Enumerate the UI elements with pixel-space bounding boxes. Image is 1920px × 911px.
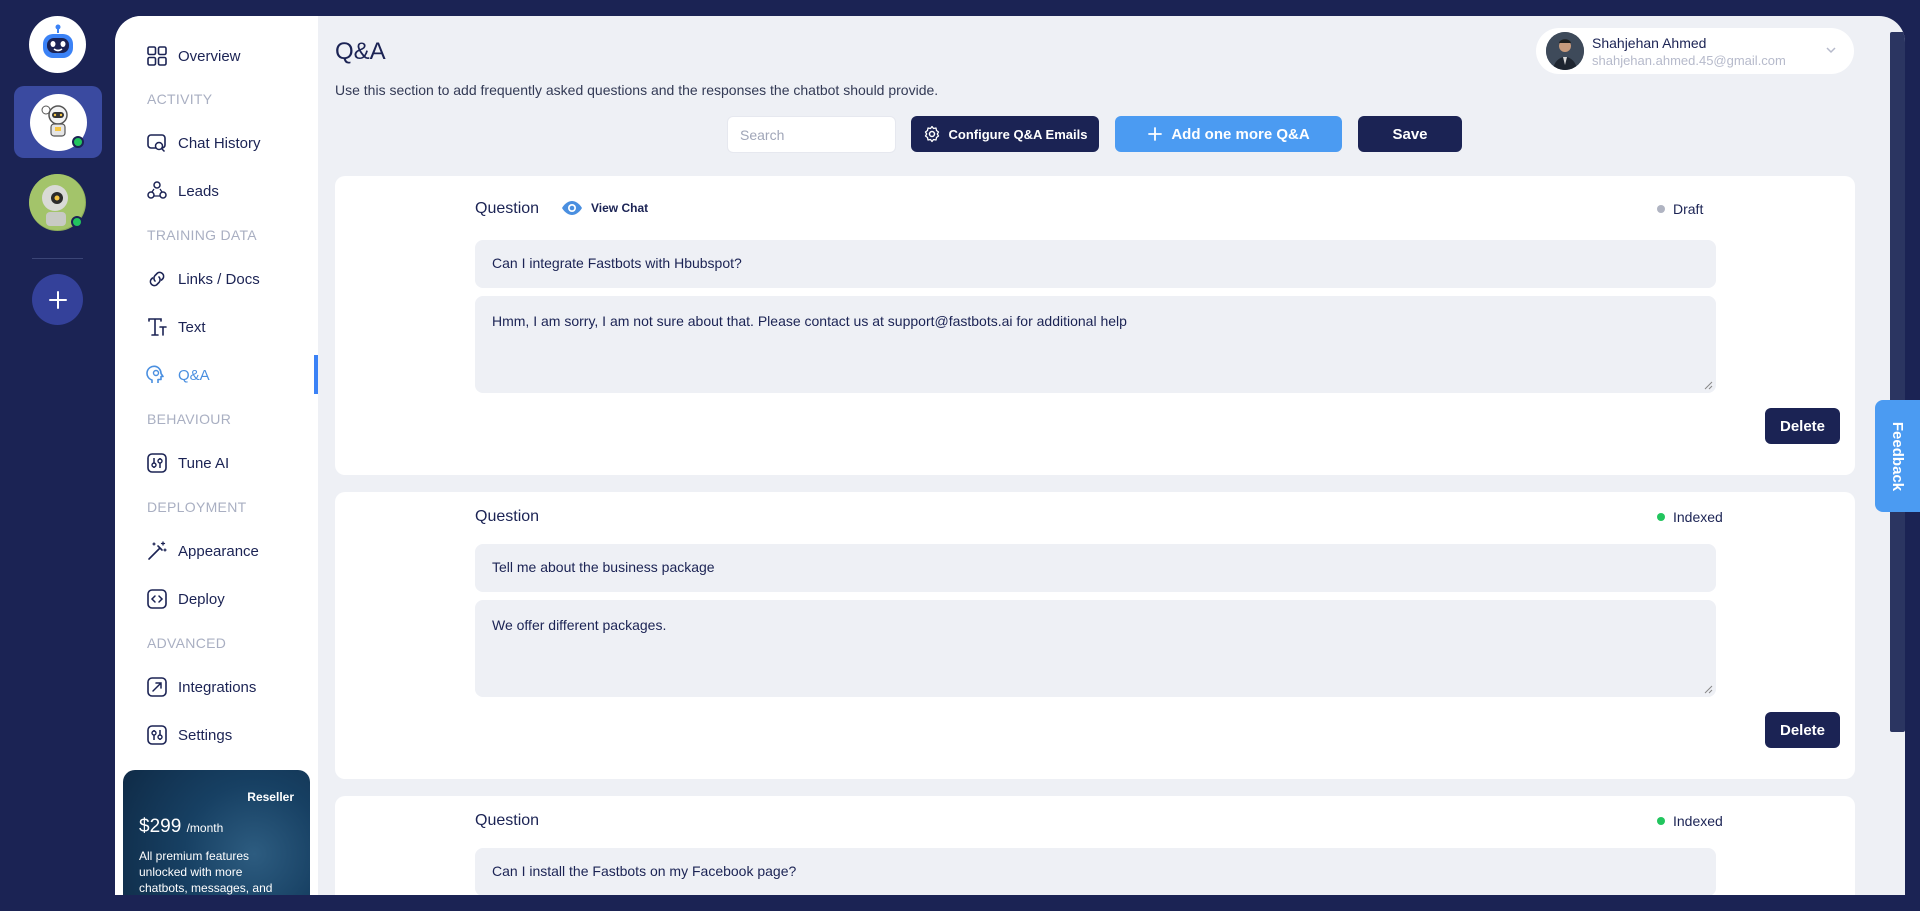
question-label: Question: [475, 200, 540, 217]
view-chat-link[interactable]: View Chat: [561, 200, 648, 216]
status-dot: [1657, 513, 1665, 521]
user-name: Shahjehan Ahmed: [1592, 35, 1707, 51]
section-activity: ACTIVITY: [147, 91, 213, 107]
resize-handle-icon[interactable]: [1704, 685, 1713, 694]
integrations-icon: [147, 677, 167, 697]
gear-icon: [924, 125, 939, 143]
sidebar-item-label: Q&A: [178, 366, 210, 384]
chat-search-icon: [147, 134, 166, 153]
section-training-data: TRAINING DATA: [147, 227, 257, 243]
resize-handle-icon[interactable]: [1704, 381, 1713, 390]
user-menu[interactable]: Shahjehan Ahmed shahjehan.ahmed.45@gmail…: [1536, 28, 1854, 74]
feedback-tab[interactable]: Feedback: [1875, 400, 1920, 512]
add-qa-button[interactable]: Add one more Q&A: [1115, 116, 1342, 152]
qa-card: Question View Chat Draft Can I integrate…: [335, 176, 1855, 475]
search-input[interactable]: [727, 116, 896, 153]
sidebar-item-qa[interactable]: Q&A: [146, 361, 210, 389]
sidebar-item-label: Deploy: [178, 590, 225, 608]
sidebar: Overview ACTIVITY Chat History Leads TRA…: [115, 16, 318, 895]
avatar: [1546, 32, 1584, 70]
promo-price: $299 /month: [139, 816, 224, 837]
text-icon: [148, 318, 167, 336]
sidebar-item-label: Links / Docs: [178, 270, 260, 288]
sidebar-item-label: Settings: [178, 726, 233, 744]
sidebar-item-appearance[interactable]: Appearance: [146, 537, 259, 565]
status-dot: [1657, 205, 1665, 213]
status-dot: [1657, 817, 1665, 825]
qa-card: Question Indexed Can I install the Fastb…: [335, 796, 1855, 895]
qa-card: Question Indexed Tell me about the busin…: [335, 492, 1855, 779]
sidebar-item-leads[interactable]: Leads: [146, 177, 219, 205]
promo-description: All premium features unlocked with more …: [139, 849, 273, 895]
section-deployment: DEPLOYMENT: [147, 499, 247, 515]
sidebar-item-overview[interactable]: Overview: [146, 42, 241, 70]
magic-wand-icon: [148, 541, 167, 560]
promo-tag: Reseller: [247, 790, 294, 804]
sidebar-item-chat-history[interactable]: Chat History: [146, 129, 261, 157]
rail-divider: [32, 258, 83, 259]
link-icon: [149, 271, 165, 287]
status-badge: Draft: [1657, 201, 1703, 217]
sidebar-item-label: Overview: [178, 47, 241, 65]
delete-button[interactable]: Delete: [1765, 712, 1840, 748]
sliders-icon: [147, 453, 167, 473]
sidebar-item-settings[interactable]: Settings: [146, 721, 232, 749]
user-photo-icon: [1546, 32, 1584, 70]
section-behaviour: BEHAVIOUR: [147, 411, 232, 427]
content-area: Q&A Use this section to add frequently a…: [318, 16, 1905, 895]
status-badge: Indexed: [1657, 813, 1723, 829]
grid-icon: [147, 46, 167, 66]
robot-avatar-icon: [41, 105, 68, 137]
scrollbar[interactable]: [1890, 32, 1905, 732]
section-advanced: ADVANCED: [147, 635, 227, 651]
sidebar-item-deploy[interactable]: Deploy: [146, 585, 225, 613]
users-icon: [147, 181, 167, 199]
question-field[interactable]: Can I install the Fastbots on my Faceboo…: [475, 848, 1716, 895]
main-panel: Overview ACTIVITY Chat History Leads TRA…: [115, 16, 1905, 895]
reseller-promo-card[interactable]: Reseller $299 /month All premium feature…: [123, 770, 310, 895]
question-label: Question: [475, 508, 540, 525]
code-icon: [147, 589, 167, 609]
eye-icon: [562, 201, 582, 215]
question-field[interactable]: Tell me about the business package: [475, 544, 1716, 592]
plus-icon: [48, 290, 67, 309]
bot-rail: [0, 0, 115, 911]
page-title: Q&A: [335, 38, 386, 65]
sidebar-item-links-docs[interactable]: Links / Docs: [146, 265, 260, 293]
configure-qa-emails-button[interactable]: Configure Q&A Emails: [911, 116, 1099, 152]
sidebar-item-label: Appearance: [178, 542, 259, 560]
question-label: Question: [475, 812, 540, 829]
bot-selected[interactable]: [14, 86, 102, 158]
online-indicator: [71, 216, 83, 228]
app-logo[interactable]: [29, 16, 86, 73]
chevron-down-icon: [1826, 47, 1836, 54]
sidebar-item-tune-ai[interactable]: Tune AI: [146, 449, 229, 477]
sidebar-item-label: Tune AI: [178, 454, 230, 472]
page-subtitle: Use this section to add frequently asked…: [335, 82, 939, 98]
sidebar-item-label: Chat History: [178, 134, 261, 152]
delete-button[interactable]: Delete: [1765, 408, 1840, 444]
user-email: shahjehan.ahmed.45@gmail.com: [1592, 53, 1786, 68]
answer-field[interactable]: We offer different packages.: [475, 600, 1716, 697]
sidebar-item-text[interactable]: Text: [146, 313, 206, 341]
add-bot-button[interactable]: [32, 274, 83, 325]
sidebar-item-label: Leads: [178, 182, 219, 200]
answer-field[interactable]: Hmm, I am sorry, I am not sure about tha…: [475, 296, 1716, 393]
plus-icon: [1148, 127, 1163, 141]
online-indicator: [72, 136, 84, 148]
sidebar-item-label: Text: [178, 318, 206, 336]
question-field[interactable]: Can I integrate Fastbots with Hbubspot?: [475, 240, 1716, 288]
status-badge: Indexed: [1657, 509, 1723, 525]
sidebar-item-integrations[interactable]: Integrations: [146, 673, 256, 701]
qa-head-icon: [146, 365, 164, 383]
save-button[interactable]: Save: [1358, 116, 1462, 152]
settings-sliders-icon: [147, 725, 167, 745]
robot-logo-icon: [42, 24, 73, 58]
sidebar-item-label: Integrations: [178, 678, 257, 696]
